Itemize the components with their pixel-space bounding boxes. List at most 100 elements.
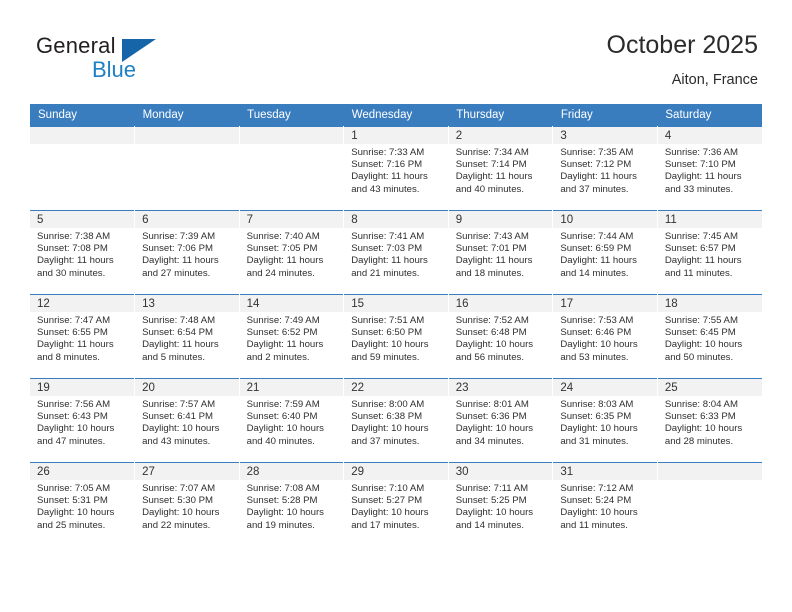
sunrise-time: Sunrise: 7:59 AM [246, 399, 320, 410]
sunset-time: Sunset: 6:43 PM [37, 411, 108, 423]
sunset-time: Sunset: 6:59 PM [560, 243, 632, 255]
day-cell-content: 4 Sunrise: 7:36 AM Sunset: 7:10 PM Daylight… [657, 127, 762, 210]
day-number: 31 [553, 463, 657, 480]
calendar-day-cell[interactable]: 5 Sunrise: 7:38 AM Sunset: 7:08 PM Daylight… [30, 210, 136, 295]
calendar-day-cell[interactable]: 3 Sunrise: 7:35 AM Sunset: 7:12 PM Daylight… [552, 126, 658, 211]
day-cell-content: 17 Sunrise: 7:53 AM Sunset: 6:46 PM Dayligh… [553, 295, 657, 378]
daylight-duration-line2: and 19 minutes. [246, 519, 315, 531]
sunrise-time: Sunrise: 7:49 AM [246, 315, 320, 326]
sunrise-time: Sunrise: 7:57 AM [142, 399, 216, 410]
calendar-day-cell[interactable]: 1 Sunrise: 7:33 AM Sunset: 7:16 PM Daylight… [343, 126, 449, 211]
day-number: 27 [135, 463, 239, 480]
day-number: 18 [657, 295, 762, 312]
day-number [30, 127, 135, 144]
day-number: 15 [344, 295, 448, 312]
day-number: 30 [448, 463, 553, 480]
calendar-day-cell[interactable]: 10 Sunrise: 7:44 AM Sunset: 6:59 PM Dayligh… [552, 210, 658, 295]
sunset-time: Sunset: 7:14 PM [455, 159, 527, 171]
daylight-duration-line1: Daylight: 11 hours [351, 255, 428, 267]
calendar-day-cell[interactable]: 27 Sunrise: 7:07 AM Sunset: 5:30 PM Dayligh… [134, 462, 240, 546]
calendar-day-cell[interactable]: 11 Sunrise: 7:45 AM Sunset: 6:57 PM Dayligh… [657, 210, 762, 295]
daylight-duration-line2: and 37 minutes. [351, 435, 420, 447]
calendar-day-cell[interactable]: 6 Sunrise: 7:39 AM Sunset: 7:06 PM Daylight… [134, 210, 240, 295]
calendar-day-cell[interactable]: 13 Sunrise: 7:48 AM Sunset: 6:54 PM Dayligh… [134, 294, 240, 379]
calendar-day-cell[interactable]: 28 Sunrise: 7:08 AM Sunset: 5:28 PM Dayligh… [239, 462, 345, 546]
day-number: 3 [553, 127, 657, 144]
day-details: Sunrise: 7:44 AM Sunset: 6:59 PM Daylight:… [553, 228, 657, 280]
daylight-duration-line1: Daylight: 10 hours [560, 507, 638, 519]
daylight-duration-line1: Daylight: 10 hours [37, 423, 115, 435]
general-blue-logo[interactable]: General Blue [36, 33, 256, 91]
day-number: 1 [344, 127, 448, 144]
daylight-duration-line2: and 22 minutes. [142, 519, 211, 531]
weekday-header-sunday: Sunday [30, 104, 135, 127]
calendar-day-cell[interactable]: 24 Sunrise: 8:03 AM Sunset: 6:35 PM Dayligh… [552, 378, 658, 463]
day-details: Sunrise: 7:11 AM Sunset: 5:25 PM Daylight:… [449, 480, 553, 532]
day-details: Sunrise: 7:10 AM Sunset: 5:27 PM Daylight:… [344, 480, 448, 532]
daylight-duration-line1: Daylight: 10 hours [560, 339, 638, 351]
calendar-day-cell[interactable]: 20 Sunrise: 7:57 AM Sunset: 6:41 PM Dayligh… [134, 378, 240, 463]
calendar-day-cell[interactable]: 30 Sunrise: 7:11 AM Sunset: 5:25 PM Dayligh… [448, 462, 554, 546]
calendar-week-row: 19 Sunrise: 7:56 AM Sunset: 6:43 PM Dayligh… [30, 378, 762, 463]
day-cell-content [239, 127, 344, 210]
calendar-day-cell[interactable]: 4 Sunrise: 7:36 AM Sunset: 7:10 PM Daylight… [657, 126, 762, 211]
daylight-duration-line2: and 34 minutes. [455, 435, 525, 447]
calendar-day-cell[interactable]: 16 Sunrise: 7:52 AM Sunset: 6:48 PM Dayligh… [448, 294, 554, 379]
daylight-duration-line2: and 2 minutes. [246, 351, 310, 363]
sunrise-time: Sunrise: 7:08 AM [246, 483, 320, 494]
day-number: 2 [448, 127, 553, 144]
calendar-day-cell[interactable]: 26 Sunrise: 7:05 AM Sunset: 5:31 PM Dayligh… [30, 462, 136, 546]
day-number: 8 [344, 211, 448, 228]
calendar-day-cell[interactable]: 18 Sunrise: 7:55 AM Sunset: 6:45 PM Dayligh… [657, 294, 762, 379]
day-cell-content: 9 Sunrise: 7:43 AM Sunset: 7:01 PM Daylight… [448, 211, 553, 294]
sunrise-time: Sunrise: 8:00 AM [351, 399, 425, 410]
calendar-day-cell[interactable]: 23 Sunrise: 8:01 AM Sunset: 6:36 PM Dayligh… [448, 378, 554, 463]
calendar-page: General Blue October 2025 Aiton, France … [0, 0, 792, 612]
day-cell-content: 27 Sunrise: 7:07 AM Sunset: 5:30 PM Dayligh… [135, 463, 239, 546]
calendar-day-cell[interactable]: 14 Sunrise: 7:49 AM Sunset: 6:52 PM Dayligh… [239, 294, 345, 379]
calendar-day-cell[interactable]: 12 Sunrise: 7:47 AM Sunset: 6:55 PM Dayligh… [30, 294, 136, 379]
calendar-day-cell[interactable]: 25 Sunrise: 8:04 AM Sunset: 6:33 PM Dayligh… [657, 378, 762, 463]
calendar-day-cell[interactable]: 19 Sunrise: 7:56 AM Sunset: 6:43 PM Dayligh… [30, 378, 136, 463]
daylight-duration-line1: Daylight: 11 hours [37, 255, 114, 267]
calendar-day-cell [657, 462, 762, 546]
calendar-day-cell[interactable]: 17 Sunrise: 7:53 AM Sunset: 6:46 PM Dayligh… [552, 294, 658, 379]
sunset-time: Sunset: 6:55 PM [37, 327, 108, 339]
sunset-time: Sunset: 7:12 PM [560, 159, 632, 171]
sunset-time: Sunset: 6:35 PM [560, 411, 632, 423]
day-details: Sunrise: 7:34 AM Sunset: 7:14 PM Daylight:… [449, 144, 553, 196]
day-details: Sunrise: 8:04 AM Sunset: 6:33 PM Daylight:… [658, 396, 762, 448]
day-cell-content: 12 Sunrise: 7:47 AM Sunset: 6:55 PM Dayligh… [30, 295, 135, 378]
day-cell-content: 18 Sunrise: 7:55 AM Sunset: 6:45 PM Dayligh… [657, 295, 762, 378]
day-cell-content: 15 Sunrise: 7:51 AM Sunset: 6:50 PM Dayligh… [344, 295, 448, 378]
daylight-duration-line2: and 31 minutes. [560, 435, 629, 447]
sunset-time: Sunset: 6:38 PM [351, 411, 423, 423]
day-details: Sunrise: 7:35 AM Sunset: 7:12 PM Daylight:… [553, 144, 657, 196]
daylight-duration-line2: and 50 minutes. [664, 351, 734, 363]
calendar-body: 1 Sunrise: 7:33 AM Sunset: 7:16 PM Daylight… [30, 126, 762, 546]
day-cell-content: 7 Sunrise: 7:40 AM Sunset: 7:05 PM Daylight… [239, 211, 344, 294]
day-details: Sunrise: 7:12 AM Sunset: 5:24 PM Daylight:… [553, 480, 657, 532]
calendar-day-cell[interactable]: 9 Sunrise: 7:43 AM Sunset: 7:01 PM Daylight… [448, 210, 554, 295]
calendar-day-cell[interactable]: 21 Sunrise: 7:59 AM Sunset: 6:40 PM Dayligh… [239, 378, 345, 463]
day-cell-content: 30 Sunrise: 7:11 AM Sunset: 5:25 PM Dayligh… [448, 463, 553, 546]
day-number [135, 127, 239, 144]
calendar-day-cell[interactable]: 29 Sunrise: 7:10 AM Sunset: 5:27 PM Dayligh… [343, 462, 449, 546]
day-cell-content: 23 Sunrise: 8:01 AM Sunset: 6:36 PM Dayligh… [448, 379, 553, 462]
day-number [657, 463, 762, 480]
day-number: 6 [135, 211, 239, 228]
calendar-day-cell[interactable]: 2 Sunrise: 7:34 AM Sunset: 7:14 PM Daylight… [448, 126, 554, 211]
day-details: Sunrise: 7:39 AM Sunset: 7:06 PM Daylight:… [135, 228, 239, 280]
calendar-day-cell[interactable]: 7 Sunrise: 7:40 AM Sunset: 7:05 PM Daylight… [239, 210, 345, 295]
sunrise-time: Sunrise: 7:35 AM [560, 147, 634, 158]
daylight-duration-line2: and 37 minutes. [560, 183, 629, 195]
calendar-day-cell[interactable]: 22 Sunrise: 8:00 AM Sunset: 6:38 PM Dayligh… [343, 378, 449, 463]
calendar-day-cell[interactable]: 8 Sunrise: 7:41 AM Sunset: 7:03 PM Daylight… [343, 210, 449, 295]
day-number: 22 [344, 379, 448, 396]
sunset-time: Sunset: 6:54 PM [142, 327, 213, 339]
sunset-time: Sunset: 7:01 PM [455, 243, 527, 255]
sunrise-time: Sunrise: 7:52 AM [455, 315, 529, 326]
sunset-time: Sunset: 5:24 PM [560, 495, 632, 507]
calendar-day-cell[interactable]: 15 Sunrise: 7:51 AM Sunset: 6:50 PM Dayligh… [343, 294, 449, 379]
calendar-day-cell[interactable]: 31 Sunrise: 7:12 AM Sunset: 5:24 PM Dayligh… [552, 462, 658, 546]
